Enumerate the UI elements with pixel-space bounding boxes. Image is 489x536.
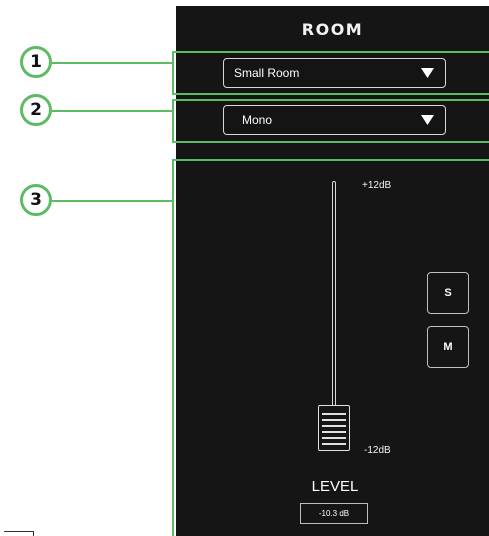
annotated-screenshot: ROOM 1 2 3 Small Room Mono +12dB -12dB S… bbox=[0, 0, 489, 536]
panel-title: ROOM bbox=[301, 20, 364, 39]
callout-1-leader bbox=[52, 62, 172, 64]
callout-badge-1: 1 bbox=[20, 46, 52, 78]
channel-mode-selected-value: Mono bbox=[242, 113, 273, 127]
callout-badge-3: 3 bbox=[20, 184, 52, 216]
fader-min-label: -12dB bbox=[364, 445, 391, 456]
room-type-dropdown[interactable]: Small Room bbox=[223, 58, 446, 88]
corner-fragment bbox=[4, 531, 34, 536]
triangle-down-icon bbox=[421, 115, 434, 125]
solo-button[interactable]: S bbox=[427, 272, 469, 314]
callout-2-leader bbox=[52, 110, 172, 112]
fader-max-label: +12dB bbox=[362, 180, 392, 191]
level-label: LEVEL bbox=[311, 478, 359, 495]
room-type-selected-value: Small Room bbox=[234, 66, 300, 80]
callout-3-leader bbox=[52, 200, 172, 202]
callout-badge-2: 2 bbox=[20, 94, 52, 126]
fader-handle-icon[interactable] bbox=[318, 405, 350, 451]
channel-mode-dropdown[interactable]: Mono bbox=[223, 105, 446, 135]
triangle-down-icon bbox=[421, 68, 434, 78]
mute-button[interactable]: M bbox=[427, 326, 469, 368]
level-value-field[interactable]: -10.3 dB bbox=[300, 503, 368, 524]
